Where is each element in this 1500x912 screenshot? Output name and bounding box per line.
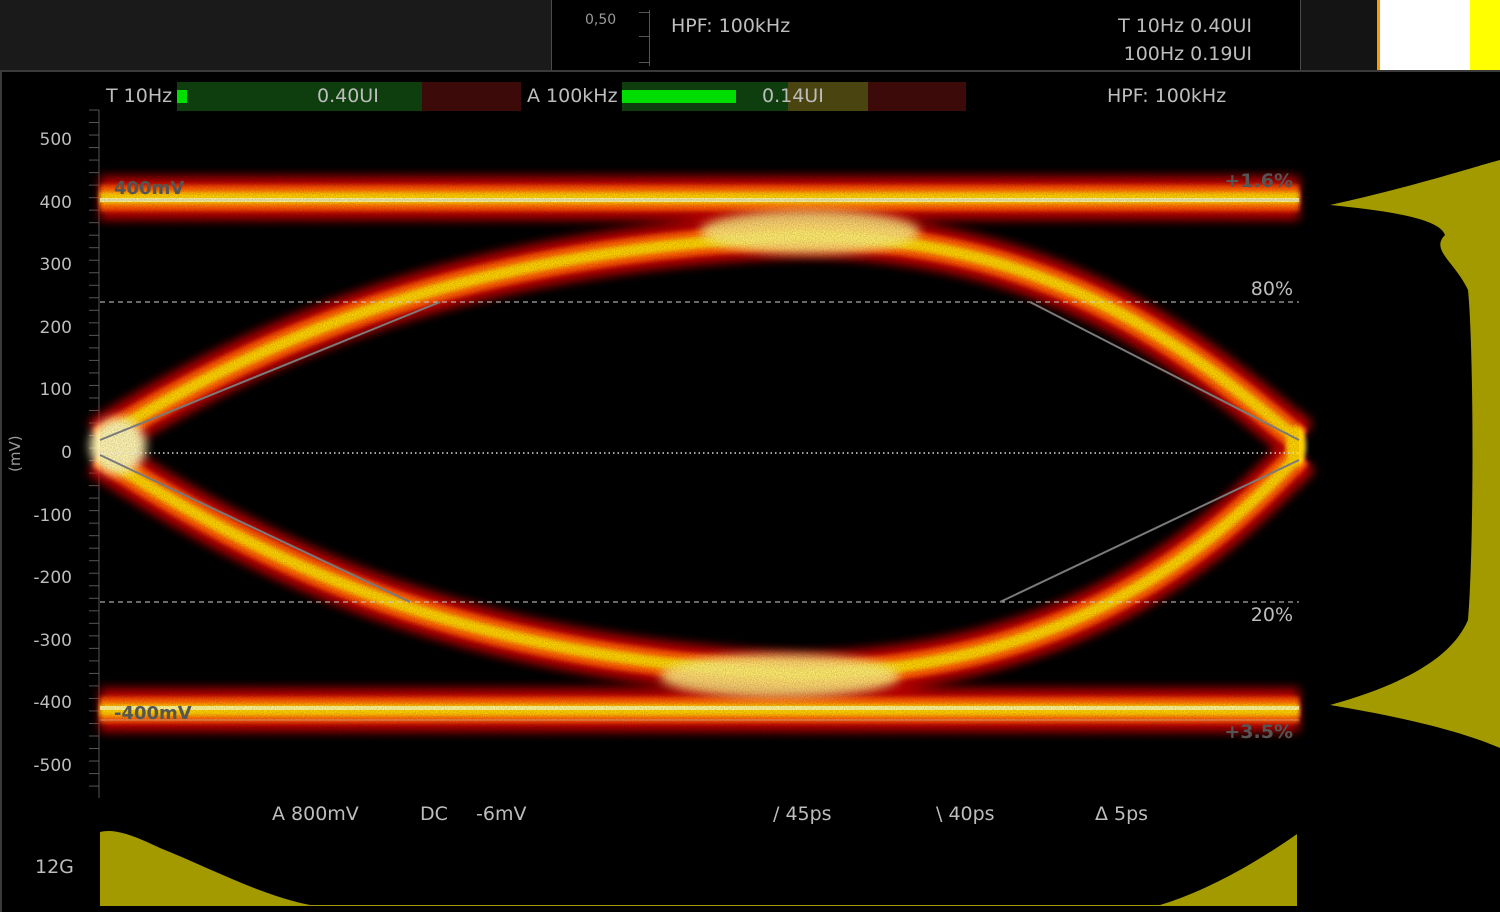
rise-time-readout: / 45ps xyxy=(773,803,832,825)
dc-label: DC xyxy=(420,803,448,825)
dc-value: -6mV xyxy=(476,803,527,825)
level-80-label: 80% xyxy=(1250,278,1293,300)
rate-label: 12G xyxy=(35,856,74,878)
fall-time-readout: \ 40ps xyxy=(936,803,995,825)
lower-level-label: -400mV xyxy=(114,703,192,724)
level-20-label: 20% xyxy=(1250,604,1293,626)
delta-time-readout: Δ 5ps xyxy=(1095,803,1149,825)
right-histogram xyxy=(1330,160,1500,748)
overshoot-top: +1.6% xyxy=(1224,170,1293,192)
amplitude-readout: A 800mV xyxy=(272,803,359,825)
eye-traces xyxy=(87,160,1316,750)
overshoot-bottom: +3.5% xyxy=(1224,721,1293,743)
upper-level-label: 400mV xyxy=(114,178,185,199)
bottom-histogram xyxy=(100,830,1297,906)
eye-diagram xyxy=(87,109,1500,906)
